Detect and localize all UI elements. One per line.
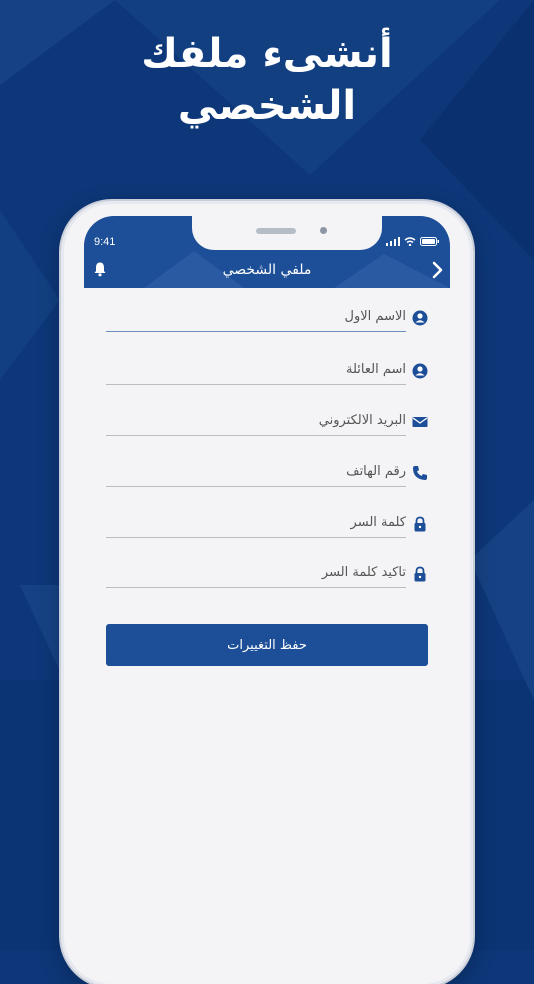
phone-side-button	[59, 312, 63, 336]
first-name-label: الاسم الاول	[344, 309, 406, 324]
lock-icon	[414, 566, 426, 582]
lock-icon	[414, 516, 426, 532]
user-icon	[412, 310, 428, 326]
confirm-password-field[interactable]: تاكيد كلمة السر	[106, 564, 428, 588]
envelope-icon	[412, 417, 428, 427]
phone-frame: 9:41 ملفي الشخصي الاسم الاول اسم العائلة…	[64, 204, 470, 984]
user-icon	[412, 363, 428, 379]
field-underline	[106, 384, 406, 385]
field-underline	[106, 587, 406, 588]
confirm-password-label: تاكيد كلمة السر	[321, 565, 406, 580]
email-field[interactable]: البريد الالكتروني	[106, 412, 428, 436]
status-icons	[386, 237, 440, 246]
page-headline: أنشىء ملفك الشخصي	[0, 28, 534, 132]
phone-field[interactable]: رقم الهاتف	[106, 463, 428, 487]
headline-line-2: الشخصي	[177, 83, 357, 129]
first-name-field[interactable]: الاسم الاول	[106, 308, 428, 332]
speaker-grille	[256, 228, 296, 234]
wifi-icon	[404, 237, 416, 246]
phone-side-button	[59, 426, 63, 476]
phone-icon	[413, 466, 427, 480]
last-name-label: اسم العائلة	[346, 362, 406, 377]
headline-line-1: أنشىء ملفك	[141, 31, 393, 77]
battery-icon	[420, 237, 439, 246]
field-underline	[106, 537, 406, 538]
app-header: 9:41 ملفي الشخصي	[84, 216, 450, 288]
last-name-field[interactable]: اسم العائلة	[106, 361, 428, 385]
save-changes-button[interactable]: حفظ التغييرات	[106, 624, 428, 666]
header-title: ملفي الشخصي	[222, 262, 312, 278]
password-field[interactable]: كلمة السر	[106, 514, 428, 538]
phone-side-button	[59, 360, 63, 410]
field-underline	[106, 486, 406, 487]
chevron-right-icon[interactable]	[430, 261, 444, 283]
field-underline	[106, 435, 406, 436]
signal-icon	[386, 237, 400, 246]
phone-notch	[192, 216, 382, 250]
phone-label: رقم الهاتف	[346, 464, 406, 479]
password-label: كلمة السر	[350, 515, 406, 530]
email-label: البريد الالكتروني	[318, 413, 406, 428]
field-underline	[106, 331, 406, 332]
front-camera	[320, 227, 327, 234]
status-time: 9:41	[94, 236, 116, 248]
